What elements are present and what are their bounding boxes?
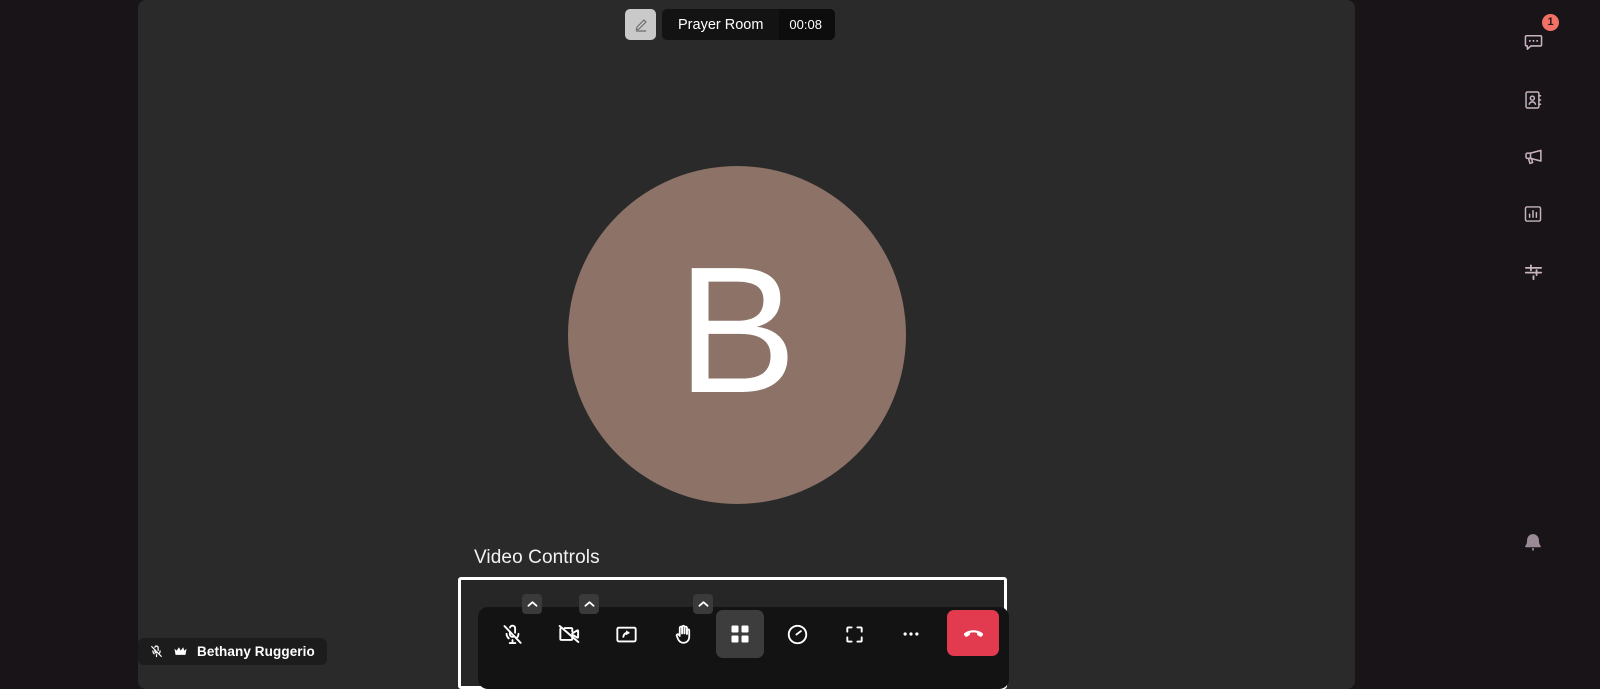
meeting-header: Prayer Room 00:08 [625,9,835,40]
sidebar-item-polls[interactable] [1513,194,1553,234]
chevron-up-icon [527,601,537,607]
phone-hangup-icon [963,629,983,637]
layout-grid[interactable] [716,610,764,658]
microphone-options-button[interactable] [522,594,542,614]
end-call[interactable] [947,610,999,656]
raised-hand-icon [675,624,690,644]
meeting-timer: 00:08 [779,9,835,40]
mic-off-icon [503,624,522,644]
fullscreen[interactable] [830,610,878,658]
fullscreen-wrap [830,607,878,658]
bar-chart-icon [1524,206,1542,222]
contacts-book-icon [1525,91,1542,109]
participant-nameplate: Bethany Ruggerio [138,638,327,665]
pencil-icon [635,18,647,32]
sidebar-item-chat[interactable]: 1 [1513,14,1559,62]
meeting-title: Prayer Room [678,16,764,33]
raise-hand[interactable] [659,610,707,658]
raise-hand-wrap [659,594,713,658]
camera-off-icon [558,625,580,643]
bell-icon [1525,534,1541,551]
more-options-wrap [887,607,935,658]
mic-off-icon [149,644,164,659]
chat-unread-badge: 1 [1542,14,1559,31]
camera-toggle-wrap [545,594,599,658]
playback-speed[interactable] [773,610,821,658]
microphone-toggle-wrap [488,594,542,658]
fullscreen-icon [845,625,863,643]
edit-title-button[interactable] [625,9,656,40]
camera-toggle[interactable] [545,610,593,658]
screen-share-icon [615,626,637,642]
sidebar-item-notifications[interactable] [1513,523,1553,563]
more-options[interactable] [887,610,935,658]
gauge-icon [787,624,807,644]
right-sidebar: 1 [1463,0,1600,689]
chevron-up-icon [584,601,594,607]
sidebar-item-participants[interactable] [1513,80,1553,120]
megaphone-icon [1524,149,1542,164]
chevron-up-icon [698,601,708,607]
sliders-icon [1524,263,1542,280]
share-screen[interactable] [602,610,650,658]
crown-icon [173,646,188,658]
participant-name: Bethany Ruggerio [197,644,315,659]
chat-bubble-icon [1524,34,1542,50]
grid-layout-icon [731,625,749,643]
avatar-initial: B [676,230,798,431]
microphone-toggle[interactable] [488,610,536,658]
meeting-title-pill: Prayer Room 00:08 [662,9,835,40]
sidebar-item-announcements[interactable] [1513,137,1553,177]
playback-speed-wrap [773,607,821,658]
meeting-app-window: B Bethany Ruggerio Prayer Room 00:08 Vid… [0,0,1600,689]
raise-hand-options-button[interactable] [693,594,713,614]
ellipsis-icon [903,632,919,636]
video-controls-toolbar [478,594,1009,689]
sidebar-item-settings-sliders[interactable] [1513,251,1553,291]
avatar: B [568,166,906,504]
layout-grid-wrap [716,607,764,658]
camera-options-button[interactable] [579,594,599,614]
share-screen-wrap [602,607,650,658]
video-controls-label: Video Controls [474,547,600,568]
